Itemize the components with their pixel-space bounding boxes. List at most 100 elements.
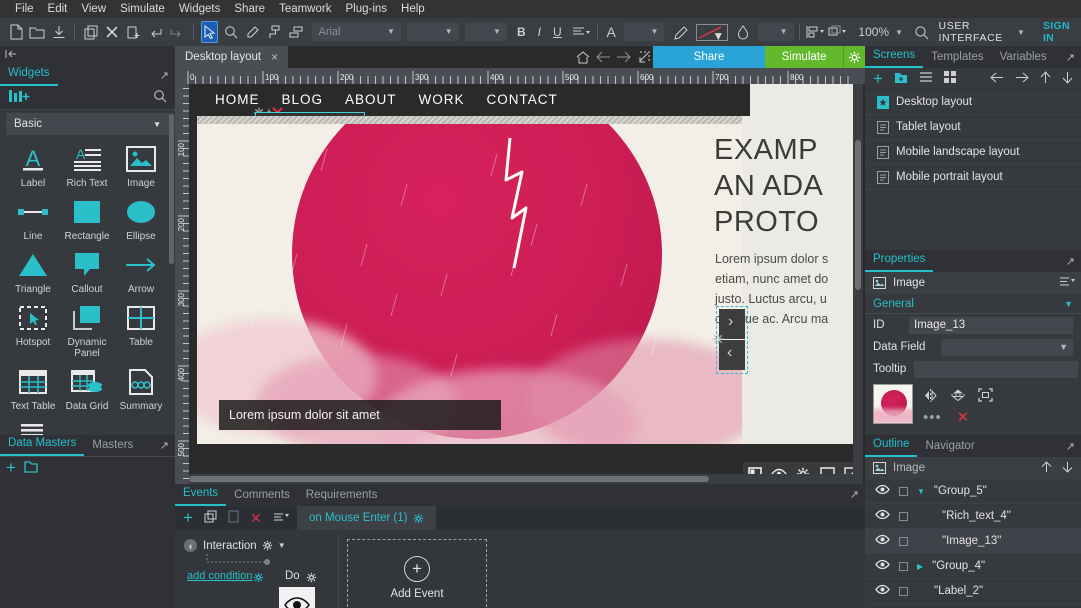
tab-templates[interactable]: Templates	[923, 49, 991, 68]
connector-icon[interactable]	[265, 21, 283, 43]
close-icon[interactable]: ×	[271, 50, 278, 64]
collapse-left-icon[interactable]	[4, 48, 20, 62]
widget-rich-text[interactable]: A Rich Text	[60, 142, 114, 189]
delete-event-icon[interactable]: ✕	[250, 510, 262, 527]
chevron-down-icon[interactable]: ▼	[917, 487, 925, 496]
hero-image[interactable]: Lorem ipsum dolor sit amet	[197, 124, 742, 444]
move-left-icon[interactable]	[990, 72, 1004, 86]
align-left-icon[interactable]	[572, 21, 590, 43]
gear-icon[interactable]	[413, 513, 424, 524]
copy-icon[interactable]	[82, 21, 100, 43]
widget-triangle[interactable]: Triangle	[6, 248, 60, 295]
save-icon[interactable]	[50, 21, 68, 43]
widget-line[interactable]: Line	[6, 195, 60, 242]
widget-library-select[interactable]: Basic ▼	[6, 113, 169, 135]
chevron-right-icon[interactable]: ▶	[917, 562, 923, 571]
workspace-label[interactable]: USER INTERFACE	[933, 20, 1018, 44]
grid-view-icon[interactable]	[943, 71, 956, 86]
flip-horizontal-icon[interactable]	[923, 388, 938, 405]
site-nav-blog[interactable]: BLOG	[282, 92, 324, 107]
expand-events-panel-icon[interactable]: ↗	[850, 488, 859, 501]
scrollbar-thumb[interactable]	[855, 140, 861, 290]
widget-image[interactable]: Image	[114, 142, 168, 189]
move-down-icon[interactable]	[1062, 71, 1073, 87]
expand-left-panel-icon[interactable]: ↗	[160, 69, 169, 82]
gear-icon[interactable]	[262, 540, 273, 551]
outline-row-group-5[interactable]: ▼ "Group_5"	[865, 479, 1081, 504]
widget-arrow[interactable]: Arrow	[114, 248, 168, 295]
tab-events[interactable]: Events	[175, 485, 227, 506]
site-nav-home[interactable]: HOME	[215, 92, 260, 107]
widget-search-icon[interactable]	[153, 89, 167, 106]
opacity-icon[interactable]	[734, 21, 752, 43]
remove-icon[interactable]: ✕	[957, 410, 970, 425]
font-color-icon[interactable]: A	[602, 24, 619, 40]
zoom-tool-icon[interactable]	[222, 21, 240, 43]
font-size-select[interactable]: ▼	[464, 23, 507, 41]
add-folder-icon[interactable]	[24, 460, 38, 477]
tab-comments[interactable]: Comments	[226, 487, 298, 506]
screen-item-mobile-portrait-layout[interactable]: Mobile portrait layout	[865, 165, 1081, 190]
menu-item-teamwork[interactable]: Teamwork	[272, 0, 338, 18]
widget-ellipse[interactable]: Ellipse	[114, 195, 168, 242]
screen-item-desktop-layout[interactable]: Desktop layout	[865, 90, 1081, 115]
outline-checkbox[interactable]	[899, 486, 908, 496]
new-file-icon[interactable]	[7, 21, 25, 43]
expand-data-masters-icon[interactable]: ↗	[160, 439, 169, 452]
eye-icon[interactable]	[875, 584, 890, 598]
pencil-icon[interactable]	[672, 21, 690, 43]
tab-screens[interactable]: Screens	[865, 47, 924, 68]
add-condition-link[interactable]: add condition	[187, 570, 252, 582]
outline-checkbox[interactable]	[899, 561, 908, 571]
sign-in-button[interactable]: SIGN IN	[1035, 20, 1081, 44]
expand-properties-panel-icon[interactable]: ↗	[1066, 255, 1075, 268]
slider-arrow-controls[interactable]: › ‹	[712, 306, 748, 374]
widget-rectangle[interactable]: Rectangle	[60, 195, 114, 242]
align-objects-icon[interactable]	[806, 21, 825, 43]
chevron-down-icon[interactable]: ▼	[278, 541, 286, 550]
id-input[interactable]	[909, 316, 1073, 334]
home-icon[interactable]	[573, 46, 593, 68]
fit-icon[interactable]	[978, 388, 993, 405]
hero-caption[interactable]: Lorem ipsum dolor sit amet	[219, 400, 501, 430]
outline-move-down-icon[interactable]	[1062, 461, 1073, 476]
outline-checkbox[interactable]	[899, 511, 908, 521]
open-folder-icon[interactable]	[28, 21, 46, 43]
outline-row-label-2[interactable]: "Label_2"	[865, 579, 1081, 604]
opacity-select[interactable]: ▼	[757, 23, 794, 41]
widget-data-grid[interactable]: Data Grid	[60, 365, 114, 412]
outline-move-up-icon[interactable]	[1041, 460, 1052, 476]
menu-item-simulate[interactable]: Simulate	[113, 0, 172, 18]
tooltip-input[interactable]	[914, 360, 1079, 378]
screen-item-mobile-landscape-layout[interactable]: Mobile landscape layout	[865, 140, 1081, 165]
font-family-select[interactable]: Arial ▼	[312, 23, 401, 41]
screen-item-tablet-layout[interactable]: Tablet layout	[865, 115, 1081, 140]
widget-callout[interactable]: Callout	[60, 248, 114, 295]
eye-icon[interactable]	[875, 484, 890, 498]
add-data-master-icon[interactable]: +	[6, 459, 16, 476]
list-view-icon[interactable]	[919, 71, 933, 86]
scrollbar-thumb[interactable]	[189, 476, 709, 482]
outline-row-image-13[interactable]: "Image_13"	[865, 529, 1081, 554]
shape-mode-icon[interactable]	[287, 21, 305, 43]
tab-requirements[interactable]: Requirements	[298, 487, 386, 506]
more-icon[interactable]: •••	[923, 410, 942, 425]
menu-item-help[interactable]: Help	[394, 0, 432, 18]
eye-icon[interactable]	[875, 534, 890, 548]
outline-row-rich-text-4[interactable]: "Rich_text_4"	[865, 504, 1081, 529]
font-style-select[interactable]: ▼	[406, 23, 459, 41]
eye-icon[interactable]	[875, 509, 890, 523]
event-options-icon[interactable]	[273, 511, 289, 526]
expand-outline-panel-icon[interactable]: ↗	[1066, 440, 1075, 453]
tab-properties[interactable]: Properties	[865, 251, 934, 272]
move-right-icon[interactable]	[1015, 72, 1029, 86]
properties-menu-icon[interactable]	[1059, 276, 1075, 290]
search-icon[interactable]	[913, 21, 931, 43]
zoom-level-value[interactable]: 100%	[854, 25, 893, 39]
menu-item-plugins[interactable]: Plug-ins	[338, 0, 394, 18]
gear-icon[interactable]	[306, 572, 317, 583]
italic-button[interactable]: I	[534, 25, 545, 39]
menu-item-widgets[interactable]: Widgets	[172, 0, 228, 18]
site-nav-work[interactable]: WORK	[419, 92, 465, 107]
widget-summary[interactable]: Summary	[114, 365, 168, 412]
